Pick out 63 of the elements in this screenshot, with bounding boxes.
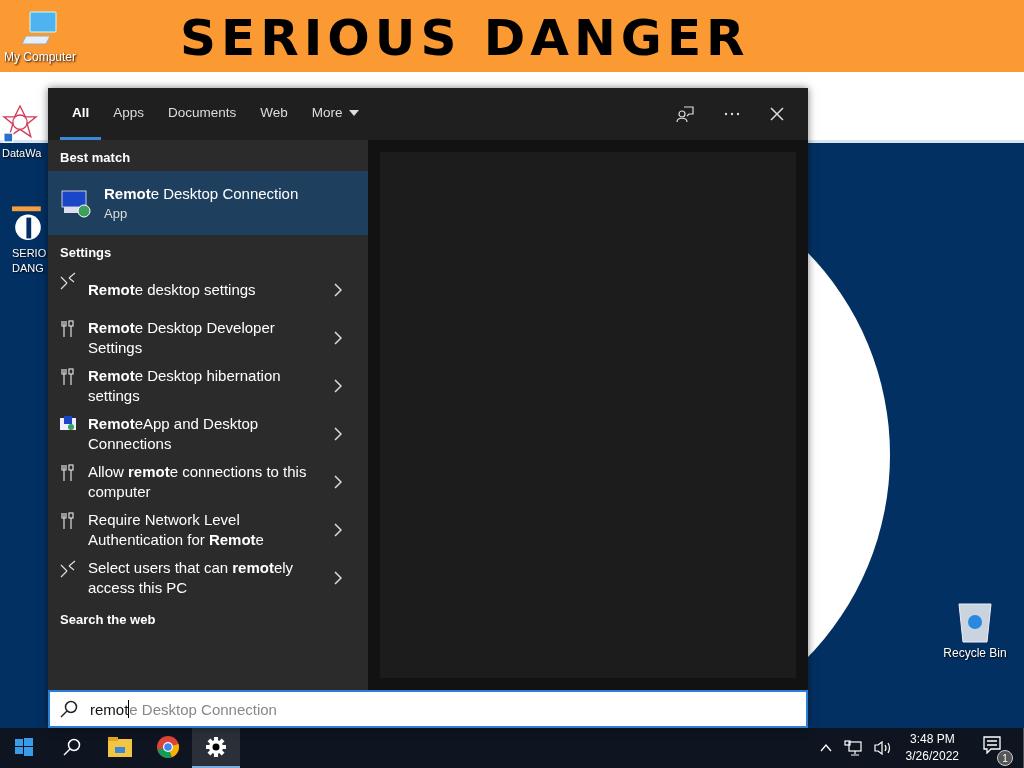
section-heading: Best match: [59, 149, 132, 167]
clock-date[interactable]: 3/26/2022: [905, 748, 959, 765]
settings-result[interactable]: RemoteApp and Desktop Connections: [48, 410, 368, 458]
settings-result[interactable]: Allow remote connections to this computer: [48, 458, 368, 506]
filter-tab[interactable]: Apps: [101, 88, 157, 140]
remote-settings-icon: [60, 272, 76, 290]
tools-icon: [60, 368, 76, 386]
desktop-icon-label[interactable]: Recycle Bin: [943, 646, 1007, 661]
result-title: Remote Desktop Connection: [104, 185, 299, 202]
chevron-right-icon: [334, 379, 342, 393]
feedback-icon[interactable]: [676, 105, 694, 123]
gear-icon: [206, 737, 226, 757]
section-heading: Settings: [59, 244, 113, 262]
chevron-right-icon: [334, 571, 342, 585]
browser-icon: [156, 735, 180, 759]
mandala-icon[interactable]: [2, 104, 38, 144]
search-field[interactable]: remote Desktop Connection: [48, 690, 808, 728]
tools-icon: [60, 512, 76, 530]
wallpaper-title: SERIOUS DANGER: [180, 10, 750, 66]
result-text: Remote desktop settings: [88, 280, 257, 300]
more-icon[interactable]: [724, 112, 740, 116]
remote-app-icon: [60, 416, 76, 432]
settings-result[interactable]: Select users that can remotely access this PC: [48, 554, 368, 602]
filter-tab[interactable]: Web: [248, 88, 300, 140]
result-text: RemoteApp and Desktop Connections: [88, 414, 260, 454]
close-icon[interactable]: [770, 107, 784, 121]
chevron-right-icon: [334, 331, 342, 345]
settings-result[interactable]: Remote desktop settings: [48, 266, 368, 314]
desktop-icon-label[interactable]: DataWa: [2, 146, 42, 161]
speaker-icon[interactable]: [873, 740, 892, 756]
recycle-bin-icon[interactable]: [955, 600, 995, 644]
result-text: Require Network Level Authentication for Remote: [88, 510, 265, 550]
remote-desktop-icon: [60, 187, 92, 219]
chevron-up-icon[interactable]: [819, 744, 832, 752]
result-type: App: [104, 206, 129, 221]
chevron-right-icon: [334, 427, 342, 441]
result-text: Remote Desktop hibernation settings: [88, 366, 282, 406]
tools-icon: [60, 320, 76, 338]
clock-time[interactable]: 3:48 PM: [909, 731, 955, 748]
section-heading: Search the web: [59, 611, 157, 629]
search-icon: [63, 738, 81, 756]
network-icon[interactable]: [843, 740, 862, 756]
filter-tab[interactable]: Documents: [156, 88, 249, 140]
chevron-right-icon: [334, 523, 342, 537]
settings-result[interactable]: Require Network Level Authentication for Remote: [48, 506, 368, 554]
chevron-right-icon: [334, 475, 342, 489]
settings-result[interactable]: Remote Desktop Developer Settings: [48, 314, 368, 362]
best-match-result[interactable]: Remote Desktop Connection App: [48, 171, 368, 235]
desktop-icon-label[interactable]: SERIO DANG: [12, 246, 47, 276]
tools-icon: [60, 464, 76, 482]
notification-icon[interactable]: [983, 736, 1001, 754]
result-text: Allow remote connections to this computer: [88, 462, 308, 502]
settings-result[interactable]: Remote Desktop hibernation settings: [48, 362, 368, 410]
notification-count: 1: [997, 750, 1013, 766]
filter-tab[interactable]: More: [299, 88, 371, 140]
result-text: Remote Desktop Developer Settings: [88, 318, 276, 358]
gear-button[interactable]: [192, 728, 240, 768]
windows-logo-icon: [15, 738, 33, 756]
search-icon: [60, 700, 78, 718]
result-text: Select users that can remotely access this PC: [88, 558, 295, 598]
remote-settings-icon: [60, 560, 76, 578]
folder-icon: [108, 737, 132, 757]
chevron-right-icon: [334, 283, 342, 297]
